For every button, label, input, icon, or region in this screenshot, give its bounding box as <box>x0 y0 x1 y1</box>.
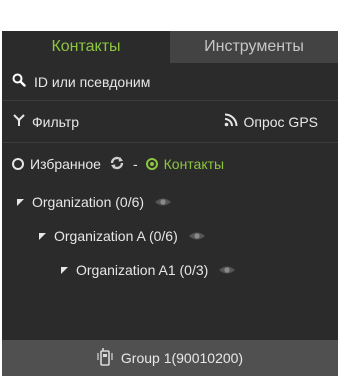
contacts-option[interactable]: Контакты <box>145 156 225 172</box>
favorites-label: Избранное <box>30 156 101 172</box>
tree-node-label: Organization A1 (0/3) <box>76 262 209 278</box>
view-separator: - <box>132 156 138 172</box>
contacts-radio[interactable] <box>145 158 158 170</box>
favorites-option[interactable]: Избранное <box>12 156 101 172</box>
eye-icon[interactable] <box>218 265 236 275</box>
search-bar <box>2 63 338 101</box>
tree-node-organization[interactable]: Organization (0/6) <box>2 185 338 219</box>
tab-bar: Контакты Инструменты <box>2 31 338 63</box>
group-label: Group 1(90010200) <box>120 350 244 366</box>
filter-label: Фильтр <box>32 113 80 130</box>
rss-signal-icon <box>224 113 238 130</box>
eye-icon[interactable] <box>154 197 172 207</box>
gps-label: Опрос GPS <box>243 113 319 130</box>
tab-tools[interactable]: Инструменты <box>170 31 338 63</box>
gps-poll-button[interactable]: Опрос GPS <box>224 113 319 130</box>
tree-node-organization-a[interactable]: Organization A (0/6) <box>2 219 338 253</box>
antenna-icon <box>12 113 26 130</box>
expand-triangle-icon[interactable] <box>61 266 68 274</box>
contacts-panel: Контакты Инструменты Фильтр <box>2 31 338 376</box>
contacts-label: Контакты <box>163 156 225 172</box>
tree-node-label: Organization A (0/6) <box>54 228 178 244</box>
eye-icon[interactable] <box>188 231 206 241</box>
refresh-icon[interactable] <box>109 155 125 174</box>
view-switch: Избранное - Контакты <box>2 143 338 185</box>
filter-toolbar: Фильтр Опрос GPS <box>2 101 338 143</box>
search-input[interactable] <box>26 72 328 91</box>
expand-triangle-icon[interactable] <box>39 232 46 240</box>
favorites-radio[interactable] <box>12 158 24 170</box>
tab-contacts[interactable]: Контакты <box>2 31 170 63</box>
group-row[interactable]: Group 1(90010200) <box>2 340 338 376</box>
search-icon[interactable] <box>12 73 26 90</box>
filter-button[interactable]: Фильтр <box>12 113 79 130</box>
expand-triangle-icon[interactable] <box>17 198 24 206</box>
radio-device-icon <box>97 347 113 369</box>
tree-node-label: Organization (0/6) <box>32 194 145 210</box>
tree-node-organization-a1[interactable]: Organization A1 (0/3) <box>2 253 338 287</box>
